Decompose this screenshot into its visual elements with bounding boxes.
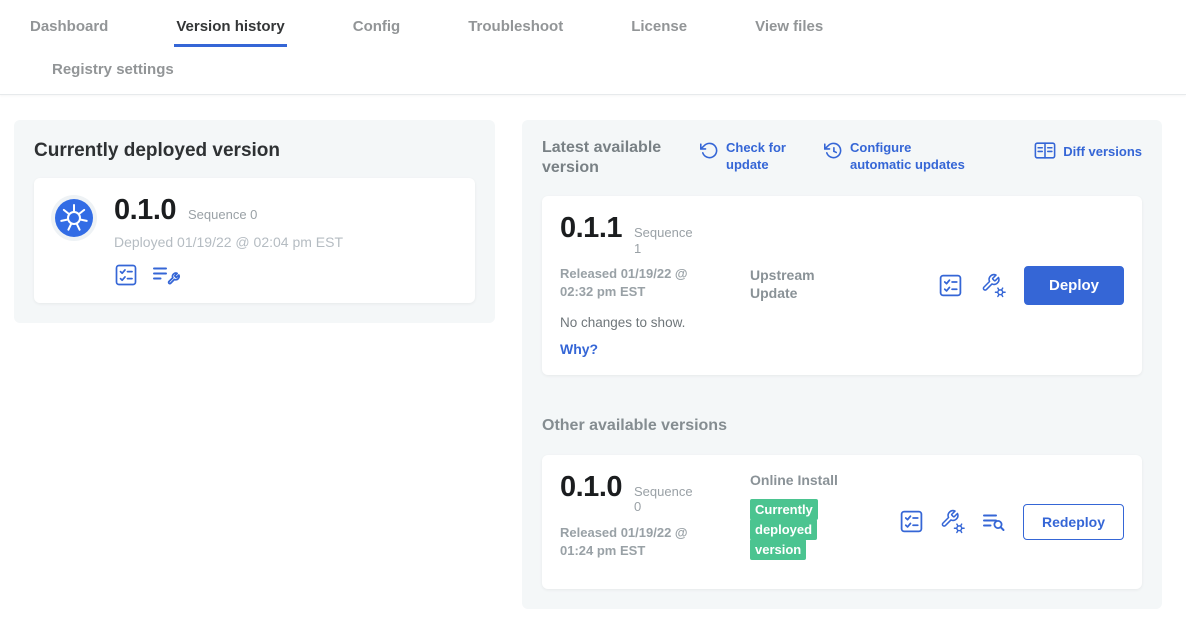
released-timestamp: Released 01/19/22 @ 01:24 pm EST xyxy=(560,524,694,560)
nav-row-2: Registry settings xyxy=(0,47,1186,94)
latest-version-card: 0.1.1 Sequence 1 Released 01/19/22 @ 02:… xyxy=(542,196,1142,375)
latest-version-panel: Latest available version Check for updat… xyxy=(522,120,1162,609)
other-card-details: 0.1.0 Sequence 0 Released 01/19/22 @ 01:… xyxy=(560,471,750,573)
checklist-icon[interactable] xyxy=(899,509,924,534)
version-source: Online Install xyxy=(750,471,858,489)
deploy-button[interactable]: Deploy xyxy=(1024,266,1124,305)
latest-version-sequence: Sequence 1 xyxy=(634,225,696,256)
checklist-icon[interactable] xyxy=(938,273,963,298)
lines-wrench-icon[interactable] xyxy=(152,263,182,287)
kubernetes-icon xyxy=(50,194,98,242)
other-version-sequence: Sequence 0 xyxy=(634,484,696,515)
other-version-card: 0.1.0 Sequence 0 Released 01/19/22 @ 01:… xyxy=(542,455,1142,589)
latest-version-number: 0.1.1 xyxy=(560,212,622,245)
check-for-update-link[interactable]: Check for update xyxy=(700,140,798,174)
current-version-panel: Currently deployed version xyxy=(14,120,495,323)
current-version-actions xyxy=(114,263,343,287)
deployed-timestamp: Deployed 01/19/22 @ 02:04 pm EST xyxy=(114,234,343,250)
version-source: Upstream Update xyxy=(750,212,858,359)
deployed-badge-wrap: Currently deployed version xyxy=(750,500,822,560)
diff-icon xyxy=(1034,140,1056,165)
tab-config[interactable]: Config xyxy=(351,0,402,47)
no-changes-text: No changes to show. xyxy=(560,315,750,330)
current-version-title: Currently deployed version xyxy=(34,140,475,162)
diff-versions-label: Diff versions xyxy=(1063,144,1142,161)
check-for-update-label: Check for update xyxy=(726,140,798,174)
released-timestamp: Released 01/19/22 @ 02:32 pm EST xyxy=(560,265,694,301)
latest-card-actions: Deploy xyxy=(938,266,1124,305)
tab-dashboard[interactable]: Dashboard xyxy=(28,0,110,47)
tab-registry-settings[interactable]: Registry settings xyxy=(50,47,176,94)
tab-view-files[interactable]: View files xyxy=(753,0,825,47)
wrench-gear-icon[interactable] xyxy=(940,509,965,534)
tab-troubleshoot[interactable]: Troubleshoot xyxy=(466,0,565,47)
other-version-number: 0.1.0 xyxy=(560,471,622,504)
other-card-actions: Redeploy xyxy=(899,504,1124,540)
configure-auto-updates-label: Configure automatic updates xyxy=(850,140,972,174)
lines-magnifier-icon[interactable] xyxy=(981,510,1007,534)
configure-auto-updates-link[interactable]: Configure automatic updates xyxy=(824,140,972,174)
tab-license[interactable]: License xyxy=(629,0,689,47)
top-nav: Dashboard Version history Config Trouble… xyxy=(0,0,1186,95)
other-versions-heading: Other available versions xyxy=(542,417,1142,435)
redeploy-button[interactable]: Redeploy xyxy=(1023,504,1124,540)
currently-deployed-badge: Currently deployed version xyxy=(750,499,818,560)
latest-card-details: 0.1.1 Sequence 1 Released 01/19/22 @ 02:… xyxy=(560,212,750,359)
other-version-source-column: Online Install Currently deployed versio… xyxy=(750,471,858,573)
latest-version-title: Latest available version xyxy=(542,138,674,178)
current-version-sequence: Sequence 0 xyxy=(188,207,257,222)
current-version-card: 0.1.0 Sequence 0 Deployed 01/19/22 @ 02:… xyxy=(34,178,475,303)
diff-versions-link[interactable]: Diff versions xyxy=(1034,140,1142,165)
refresh-icon xyxy=(700,140,719,165)
wrench-gear-icon[interactable] xyxy=(981,273,1006,298)
version-history-page: Dashboard Version history Config Trouble… xyxy=(0,0,1186,640)
nav-row-1: Dashboard Version history Config Trouble… xyxy=(0,0,1186,47)
latest-version-header: Latest available version Check for updat… xyxy=(542,138,1142,178)
current-version-details: 0.1.0 Sequence 0 Deployed 01/19/22 @ 02:… xyxy=(114,194,343,287)
tab-version-history[interactable]: Version history xyxy=(174,0,286,47)
main-content: Currently deployed version xyxy=(0,95,1186,609)
current-version-number: 0.1.0 xyxy=(114,194,176,227)
checklist-icon[interactable] xyxy=(114,263,138,287)
why-link[interactable]: Why? xyxy=(560,341,598,357)
auto-update-clock-icon xyxy=(824,140,843,165)
